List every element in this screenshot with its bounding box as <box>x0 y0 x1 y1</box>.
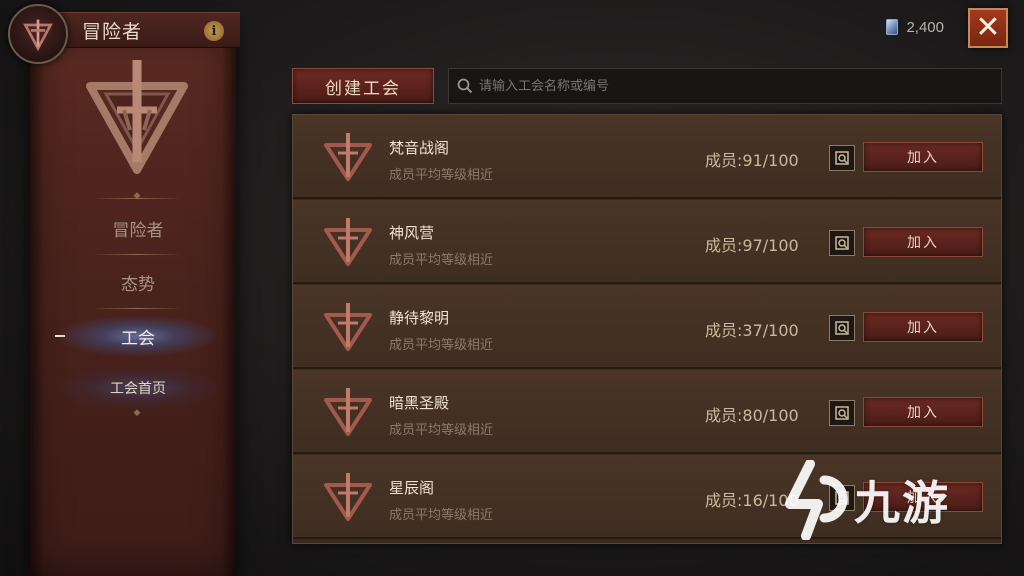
guild-crest-icon <box>86 60 188 174</box>
guild-row[interactable]: 静待黎明 成员平均等级相近 成员:37/100 加入 <box>293 285 1001 369</box>
member-count: 成员:37/100 <box>705 321 799 340</box>
search-input[interactable] <box>479 69 1001 103</box>
currency-amount: 2,400 <box>906 18 944 36</box>
guild-name: 静待黎明 <box>389 309 450 327</box>
page-title: 冒险者 <box>82 20 143 43</box>
guild-description: 成员平均等级相近 <box>389 168 494 183</box>
sidebar-divider <box>92 254 182 255</box>
member-count: 成员:16/100 <box>705 491 799 510</box>
search-box[interactable] <box>448 68 1002 104</box>
join-button[interactable]: 加入 <box>863 482 983 512</box>
join-button[interactable]: 加入 <box>863 397 983 427</box>
guild-row[interactable]: 梵音战阁 成员平均等级相近 成员:91/100 加入 <box>293 115 1001 199</box>
guild-detail-icon[interactable] <box>829 230 855 256</box>
sidebar-item-guild-home[interactable]: 工会首页 <box>60 368 216 408</box>
close-button[interactable]: ✕ <box>968 8 1008 48</box>
create-guild-button[interactable]: 创建工会 <box>292 68 434 104</box>
gem-icon <box>886 19 899 35</box>
sidebar-item-label: 工会 <box>121 328 155 349</box>
divider-ornament-icon: ◆ <box>133 191 141 201</box>
info-icon[interactable]: i <box>204 21 224 41</box>
guild-detail-icon[interactable] <box>829 485 855 511</box>
guild-description: 成员平均等级相近 <box>389 338 494 353</box>
divider-ornament-icon: ◆ <box>133 408 141 418</box>
guild-row[interactable]: 暗黑圣殿 成员平均等级相近 成员:80/100 加入 <box>293 370 1001 454</box>
guild-description: 成员平均等级相近 <box>389 508 494 523</box>
join-button[interactable]: 加入 <box>863 142 983 172</box>
guild-list[interactable]: 梵音战阁 成员平均等级相近 成员:91/100 加入 神风营 成员平均等级相近 … <box>292 114 1002 544</box>
member-count: 成员:80/100 <box>705 406 799 425</box>
member-count: 成员:97/100 <box>705 236 799 255</box>
guild-emblem-icon <box>324 388 372 436</box>
guild-name: 暗黑圣殿 <box>389 394 450 412</box>
guild-name: 星辰阁 <box>389 479 435 497</box>
guild-name: 神风营 <box>389 224 435 242</box>
guild-description: 成员平均等级相近 <box>389 423 494 438</box>
sidebar-item-status[interactable]: 态势 <box>60 262 216 302</box>
sidebar-item-label: 工会首页 <box>110 381 166 397</box>
join-button[interactable]: 加入 <box>863 227 983 257</box>
sidebar-item-guild[interactable]: 工会 <box>60 316 216 356</box>
sidebar-item-label: 态势 <box>121 274 155 295</box>
header-title-plate: 冒险者 i <box>54 12 240 48</box>
sidebar-item-adventurer[interactable]: 冒险者 <box>60 208 216 248</box>
guild-name: 梵音战阁 <box>389 139 450 157</box>
guild-row[interactable]: 星辰阁 成员平均等级相近 成员:16/100 加入 <box>293 455 1001 539</box>
guild-detail-icon[interactable] <box>829 400 855 426</box>
search-icon <box>457 78 473 94</box>
guild-detail-icon[interactable] <box>829 315 855 341</box>
header-bar: 冒险者 i <box>8 4 240 64</box>
sidebar-item-label: 冒险者 <box>112 220 164 241</box>
guild-emblem-icon <box>324 133 372 181</box>
guild-row[interactable]: 神风营 成员平均等级相近 成员:97/100 加入 <box>293 200 1001 284</box>
guild-emblem-icon <box>324 218 372 266</box>
join-button[interactable]: 加入 <box>863 312 983 342</box>
guild-emblem-icon[interactable] <box>8 4 68 64</box>
guild-emblem-icon <box>324 473 372 521</box>
guild-emblem-icon <box>324 303 372 351</box>
currency-display: 2,400 <box>886 16 944 38</box>
guild-detail-icon[interactable] <box>829 145 855 171</box>
member-count: 成员:91/100 <box>705 151 799 170</box>
guild-description: 成员平均等级相近 <box>389 253 494 268</box>
sidebar-divider <box>92 308 182 309</box>
